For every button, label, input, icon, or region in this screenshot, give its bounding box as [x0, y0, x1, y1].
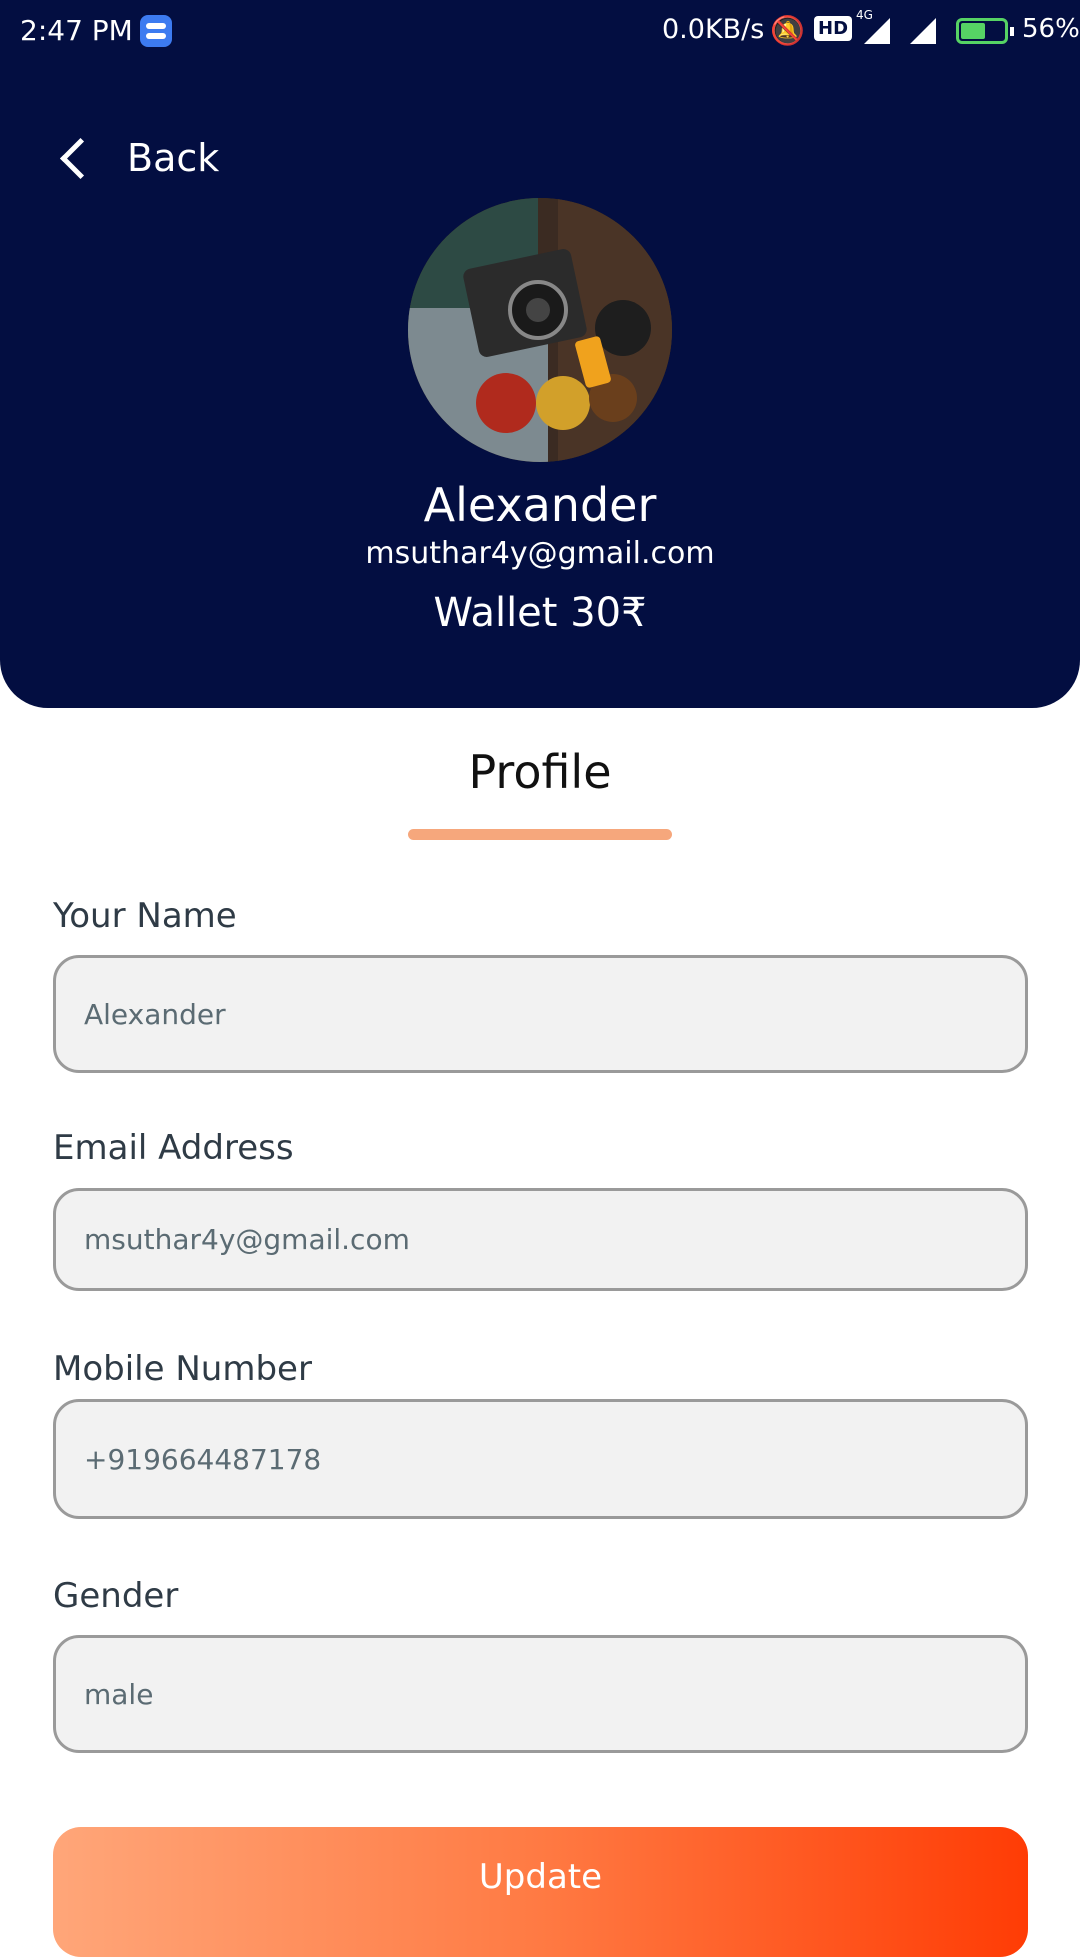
- wallet-balance: Wallet 30₹: [433, 590, 647, 636]
- mobile-input[interactable]: [84, 1402, 984, 1516]
- email-input[interactable]: [84, 1191, 984, 1288]
- gender-input[interactable]: [84, 1638, 984, 1750]
- gender-field-label: Gender: [53, 1576, 179, 1616]
- back-label: Back: [127, 136, 220, 180]
- update-button[interactable]: Update: [53, 1827, 1028, 1957]
- name-field[interactable]: [53, 955, 1028, 1073]
- signal-icon: [910, 18, 936, 44]
- avatar[interactable]: [408, 198, 672, 462]
- network-speed: 0.0KB/s: [662, 14, 765, 45]
- status-time: 2:47 PM: [20, 14, 133, 47]
- chevron-left-icon: [59, 137, 102, 179]
- status-bar: 2:47 PM 0.0KB/s 🔕 HD 4G 56%: [0, 0, 1080, 62]
- user-email: msuthar4y@gmail.com: [365, 536, 715, 571]
- name-input[interactable]: [84, 958, 984, 1070]
- app-notification-icon: [140, 15, 172, 47]
- tab-indicator: [408, 829, 672, 840]
- email-field-label: Email Address: [53, 1128, 294, 1168]
- gender-field[interactable]: [53, 1635, 1028, 1753]
- battery-charging-icon: [956, 18, 1014, 44]
- avatar-photo: [408, 198, 672, 462]
- battery-level: [961, 23, 985, 39]
- battery-percentage: 56%: [1022, 14, 1080, 44]
- email-field[interactable]: [53, 1188, 1028, 1291]
- mobile-field[interactable]: [53, 1399, 1028, 1519]
- back-button[interactable]: Back: [56, 128, 219, 188]
- user-name: Alexander: [423, 478, 657, 532]
- status-icons: 🔕 HD 4G 56%: [770, 8, 1080, 52]
- name-field-label: Your Name: [53, 896, 237, 936]
- tab-profile[interactable]: Profile: [0, 745, 1080, 799]
- hd-icon: HD: [814, 16, 853, 41]
- mobile-field-label: Mobile Number: [53, 1349, 312, 1389]
- signal-icon: [864, 18, 890, 44]
- profile-header: 2:47 PM 0.0KB/s 🔕 HD 4G 56% Back Alexand…: [0, 0, 1080, 708]
- bell-off-icon: 🔕: [770, 14, 805, 47]
